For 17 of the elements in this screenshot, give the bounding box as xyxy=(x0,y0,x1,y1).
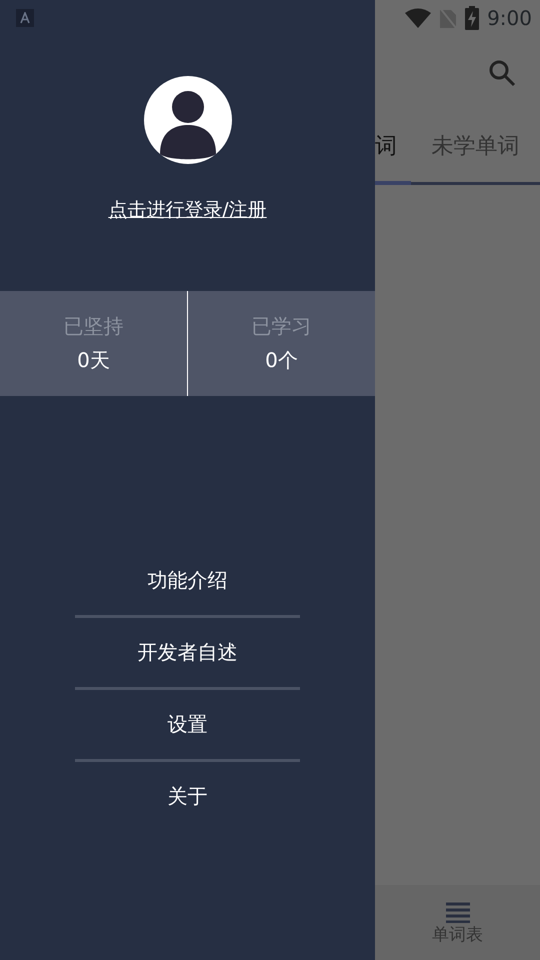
menu-item[interactable]: 设置 xyxy=(0,690,375,758)
list-icon xyxy=(444,901,470,923)
login-link[interactable]: 点击进行登录/注册 xyxy=(108,196,267,224)
status-time: 9:00 xyxy=(487,5,532,32)
battery-charging-icon xyxy=(465,6,480,30)
tab[interactable]: 词 xyxy=(375,110,411,182)
stat-value: 0个 xyxy=(265,347,298,374)
stat-label: 已坚持 xyxy=(64,313,124,340)
stat-label: 已学习 xyxy=(252,313,312,340)
search-icon[interactable] xyxy=(488,59,516,87)
notification-icon xyxy=(16,9,34,27)
stat-value: 0天 xyxy=(77,347,110,374)
menu-item[interactable]: 关于 xyxy=(0,762,375,830)
avatar-icon[interactable] xyxy=(144,76,232,164)
menu-item[interactable]: 开发者自述 xyxy=(0,618,375,686)
wifi-icon xyxy=(405,8,432,28)
menu-item[interactable]: 功能介绍 xyxy=(0,546,375,614)
